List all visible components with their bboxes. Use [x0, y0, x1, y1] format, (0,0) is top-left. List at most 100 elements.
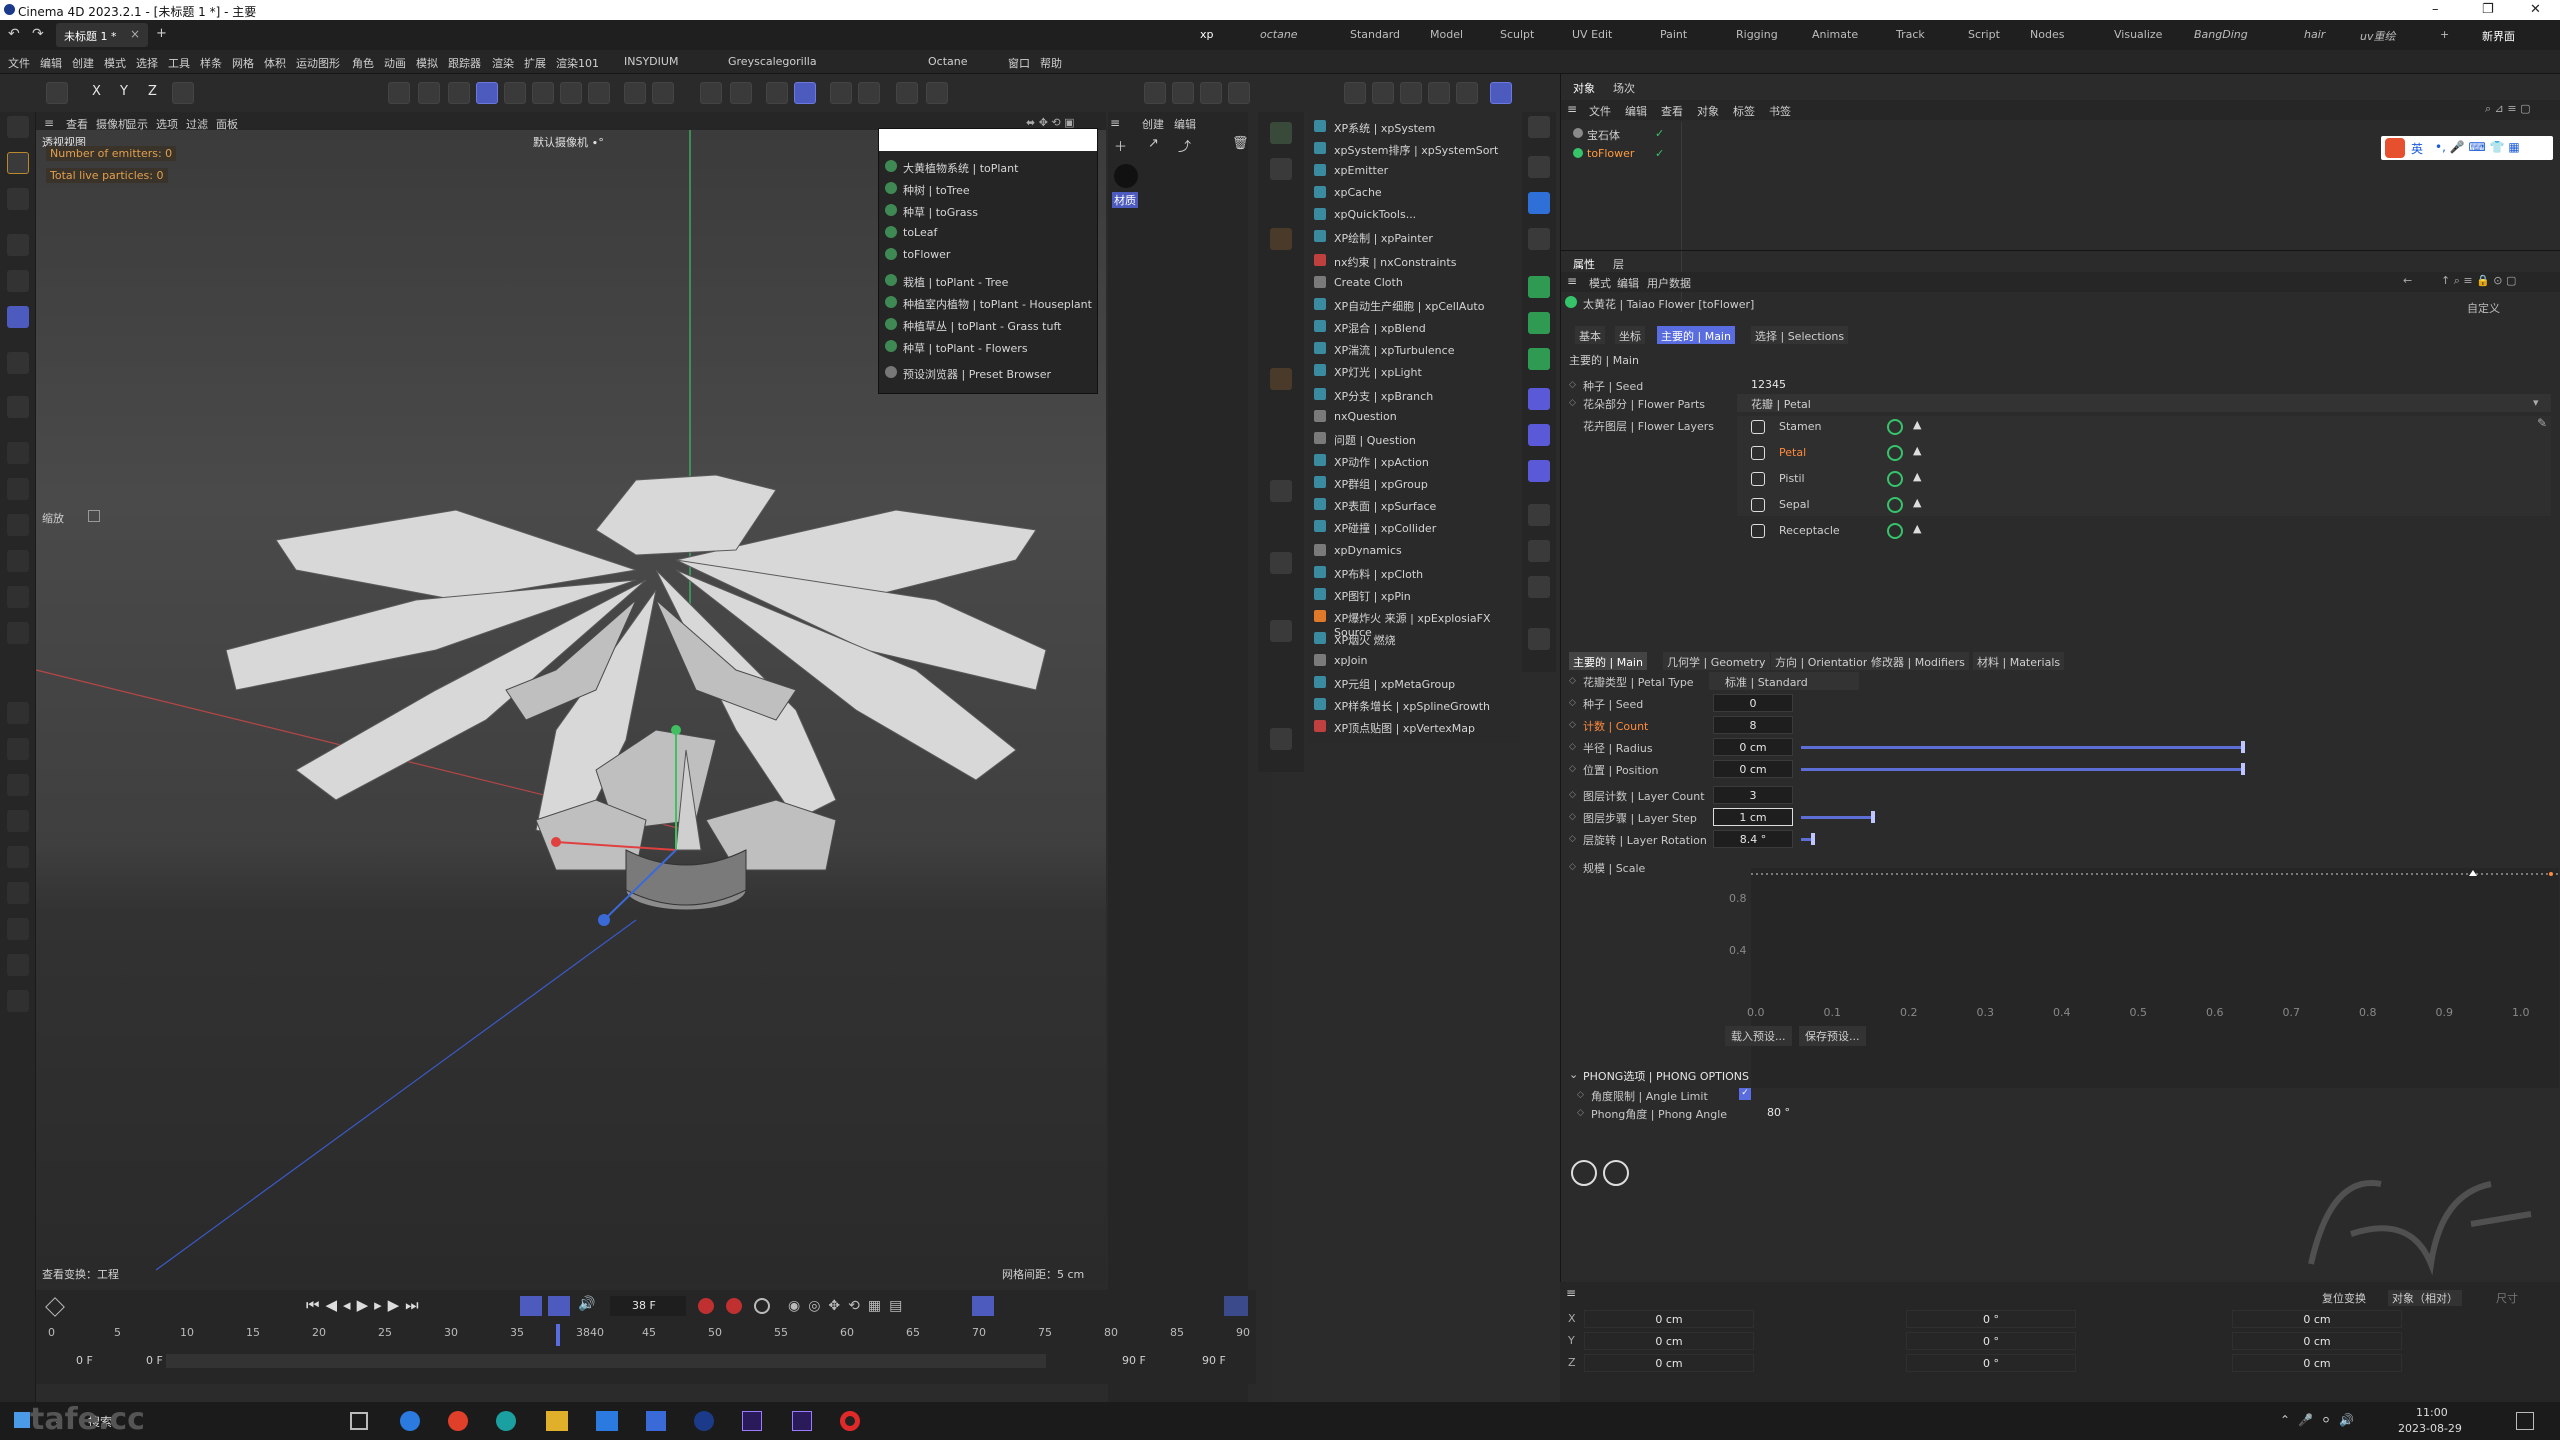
reset-transform-button[interactable]: 复位变换 [2322, 1290, 2366, 1306]
snap-icon[interactable] [700, 82, 722, 104]
popup-item-7[interactable]: 种植草丛 | toPlant - Grass tuft [879, 313, 1097, 335]
attr-subtab-1[interactable]: 坐标 [1615, 326, 1645, 344]
ime-toolbar[interactable]: 英 •, 🎤 ⌨ 👕 ▦ [2381, 136, 2553, 160]
nav-icons[interactable]: ↑ ⌕ ≡ 🔒 ⊙ ▢ [2441, 274, 2516, 288]
timeline-graph-icon[interactable] [1224, 1296, 1248, 1316]
rotation-x-field[interactable]: 0 ° [1906, 1310, 2076, 1328]
layout-tab-12[interactable]: Visualize [2114, 28, 2162, 41]
disable-icon[interactable] [1200, 82, 1222, 104]
menu-4[interactable]: 选择 [136, 55, 158, 71]
octane-icon[interactable] [830, 82, 852, 104]
collapse-icon[interactable]: ⌄ [1569, 1068, 1578, 1081]
keyframe-icon[interactable]: ◇ [1569, 862, 1576, 872]
cluster-icon[interactable] [1528, 312, 1550, 334]
notification-icon[interactable] [2516, 1412, 2534, 1430]
cube-icon[interactable] [1528, 192, 1550, 214]
flower-layer-row[interactable]: Receptacle ▲ [1737, 520, 2537, 542]
uv-mode-icon[interactable] [7, 622, 29, 644]
xp-menu-item-10[interactable]: XP湍流 | xpTurbulence [1308, 338, 1520, 360]
range-end-preview[interactable]: 90 F [1122, 1354, 1146, 1367]
coordinate-system-icon[interactable] [172, 82, 194, 104]
strip-menu-create[interactable]: 创建 [1142, 116, 1164, 132]
maximize-button[interactable]: ❐ [2482, 2, 2494, 17]
petal-type-dropdown[interactable]: 标准 | Standard [1709, 672, 1859, 690]
locked-workplane-icon[interactable] [7, 846, 29, 868]
enabled-check-icon[interactable] [1887, 471, 1903, 487]
text-icon[interactable] [1270, 620, 1292, 642]
petal-tab-2[interactable]: 方向 | Orientation [1771, 652, 1874, 670]
xp-menu-item-23[interactable]: XP烟火 燃烧 [1308, 628, 1520, 650]
strip-menu-edit[interactable]: 编辑 [1174, 116, 1196, 132]
screenshot-icon[interactable] [1172, 82, 1194, 104]
angle-limit-checkbox[interactable]: ✓ [1739, 1088, 1751, 1100]
live-selection-icon[interactable] [476, 82, 498, 104]
keyframe-icon[interactable]: ◇ [1569, 676, 1576, 686]
range-slider[interactable] [166, 1354, 1046, 1368]
sound-icon[interactable]: 🔊 [578, 1296, 595, 1312]
playback-controls[interactable]: ⏮◀◂▶▸▶⏭ [306, 1296, 425, 1314]
octane-node-icon[interactable] [1528, 116, 1550, 138]
edge-mode-icon[interactable] [7, 550, 29, 572]
chrome-icon[interactable] [448, 1411, 468, 1431]
enabled-check-icon[interactable] [1887, 523, 1903, 539]
petal-tab-1[interactable]: 几何学 | Geometry [1663, 652, 1770, 670]
timeline-ruler[interactable]: 0 5 10 15 20 25 30 35 3840 45 50 55 60 65 70 75 80 85 90 [36, 1324, 1256, 1350]
document-tab-close[interactable]: × [130, 27, 140, 41]
edit-icon[interactable] [1528, 628, 1550, 650]
knife-icon[interactable] [7, 954, 29, 976]
ik-icon[interactable] [1372, 82, 1394, 104]
menu-6[interactable]: 样条 [200, 55, 222, 71]
keyframe-icon[interactable]: ◇ [1569, 720, 1576, 730]
floor-icon[interactable] [624, 82, 646, 104]
keyframe-icon[interactable]: ◇ [1569, 790, 1576, 800]
attr-subtab-2[interactable]: 主要的 | Main [1657, 326, 1735, 344]
light-icon[interactable] [1528, 576, 1550, 598]
gear-icon[interactable] [1528, 276, 1550, 298]
planar-icon[interactable] [7, 882, 29, 904]
layout-tab-3[interactable]: Model [1430, 28, 1463, 41]
keyframe-icon[interactable]: ◇ [1569, 698, 1576, 708]
scale-curve-graph[interactable] [1751, 868, 2559, 1088]
xp-menu-item-19[interactable]: xpDynamics [1308, 540, 1520, 562]
layer-count-field[interactable]: 3 [1713, 786, 1793, 804]
redo-icon[interactable]: ↷ [32, 26, 44, 42]
record-icon[interactable] [698, 1298, 714, 1314]
layer-warning-icon[interactable]: ▲ [1913, 444, 1921, 457]
keyframe-diamond-icon[interactable] [45, 1297, 65, 1317]
object-menu-5[interactable]: 书签 [1769, 103, 1791, 119]
trash-icon[interactable]: 🗑 [1232, 136, 1249, 151]
xp-menu-item-16[interactable]: XP群组 | xpGroup [1308, 472, 1520, 494]
attr-menu-mode[interactable]: 模式 [1589, 275, 1611, 291]
spline-pen-icon[interactable] [532, 82, 554, 104]
record-app-icon[interactable] [840, 1411, 860, 1431]
range-start[interactable]: 0 F [76, 1354, 93, 1367]
xp-menu-item-6[interactable]: nx约束 | nxConstraints [1308, 250, 1520, 272]
material-icon[interactable] [896, 82, 918, 104]
layout-tab-8[interactable]: Animate [1812, 28, 1858, 41]
popup-item-1[interactable]: 种树 | toTree [879, 177, 1097, 199]
xp-menu-item-22[interactable]: XP爆炸火 来源 | xpExplosiaFX Source [1308, 606, 1520, 639]
menu-17[interactable]: INSYDIUM [624, 55, 678, 68]
layer-warning-icon[interactable]: ▲ [1913, 522, 1921, 535]
object-menu-4[interactable]: 标签 [1733, 103, 1755, 119]
layer-warning-icon[interactable]: ▲ [1913, 496, 1921, 509]
object-menu-1[interactable]: 编辑 [1625, 103, 1647, 119]
check-icon[interactable]: ✓ [1655, 147, 1664, 160]
petal-seed-field[interactable]: 0 [1713, 694, 1793, 712]
menu-19[interactable]: Octane [928, 55, 968, 68]
object-menu-2[interactable]: 查看 [1661, 103, 1683, 119]
menu-14[interactable]: 渲染 [492, 55, 514, 71]
hamburger-icon[interactable]: ≡ [1566, 1286, 1576, 1300]
load-preset-button[interactable]: 载入预设... [1725, 1026, 1792, 1046]
arrow-icon[interactable]: ↗ [1148, 136, 1159, 151]
menu-13[interactable]: 跟踪器 [448, 55, 481, 71]
new-tab-button[interactable]: + [156, 26, 167, 41]
keyframe-icon[interactable]: ◇ [1569, 742, 1576, 752]
brush-icon[interactable] [1270, 122, 1292, 144]
position-field[interactable]: 0 cm [1713, 760, 1793, 778]
live-select-icon[interactable] [7, 152, 29, 174]
menu-20[interactable]: 窗口 [1008, 55, 1030, 71]
back-arrow-icon[interactable]: ← [2403, 274, 2412, 287]
layout-tab-14[interactable]: hair [2304, 28, 2325, 41]
xp-menu-item-7[interactable]: Create Cloth [1308, 272, 1520, 294]
